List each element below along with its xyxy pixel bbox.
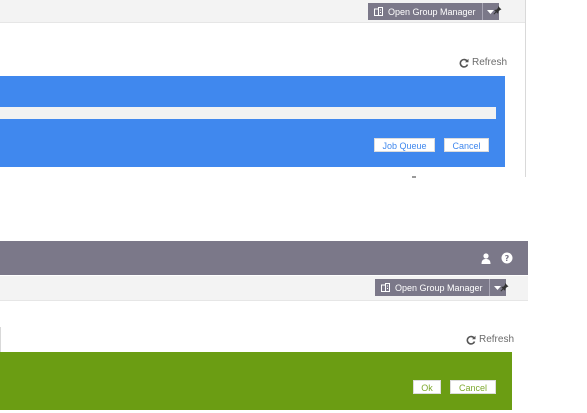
user-icon[interactable] [481,251,491,269]
blue-dialog-panel: Job Queue Cancel [0,76,505,167]
building-icon [374,7,383,16]
job-queue-button[interactable]: Job Queue [374,138,435,152]
cancel-button[interactable]: Cancel [450,380,496,394]
pin-icon [500,279,510,297]
pin-button[interactable] [498,281,512,295]
divider-mark [412,176,416,178]
green-dialog-panel: Ok Cancel [0,352,512,410]
ok-button[interactable]: Ok [413,380,441,394]
open-group-manager-button[interactable]: Open Group Manager [375,279,489,296]
group-manager-button-group: Open Group Manager [368,3,499,20]
top-toolbar: Open Group Manager [0,0,525,23]
panel-border [0,327,1,353]
help-icon[interactable]: ? [501,251,513,269]
pin-icon [493,2,503,20]
refresh-label: Refresh [472,57,508,68]
refresh-icon [459,58,469,68]
group-manager-button-group: Open Group Manager [375,279,506,296]
refresh-icon [466,335,476,345]
panel-1: Open Group Manager Refresh Job Queue Can… [0,0,526,177]
svg-text:?: ? [505,254,510,263]
app-header: ? [0,241,528,275]
refresh-link[interactable]: Refresh [459,57,507,68]
input-field[interactable] [0,107,496,119]
toolbar: Open Group Manager [0,276,528,301]
refresh-label: Refresh [479,334,515,345]
pin-button[interactable] [491,4,505,18]
open-group-manager-label: Open Group Manager [388,6,476,17]
open-group-manager-button[interactable]: Open Group Manager [368,3,482,20]
refresh-link[interactable]: Refresh [466,334,514,345]
cancel-button[interactable]: Cancel [444,138,489,152]
open-group-manager-label: Open Group Manager [395,282,483,293]
building-icon [381,283,390,292]
